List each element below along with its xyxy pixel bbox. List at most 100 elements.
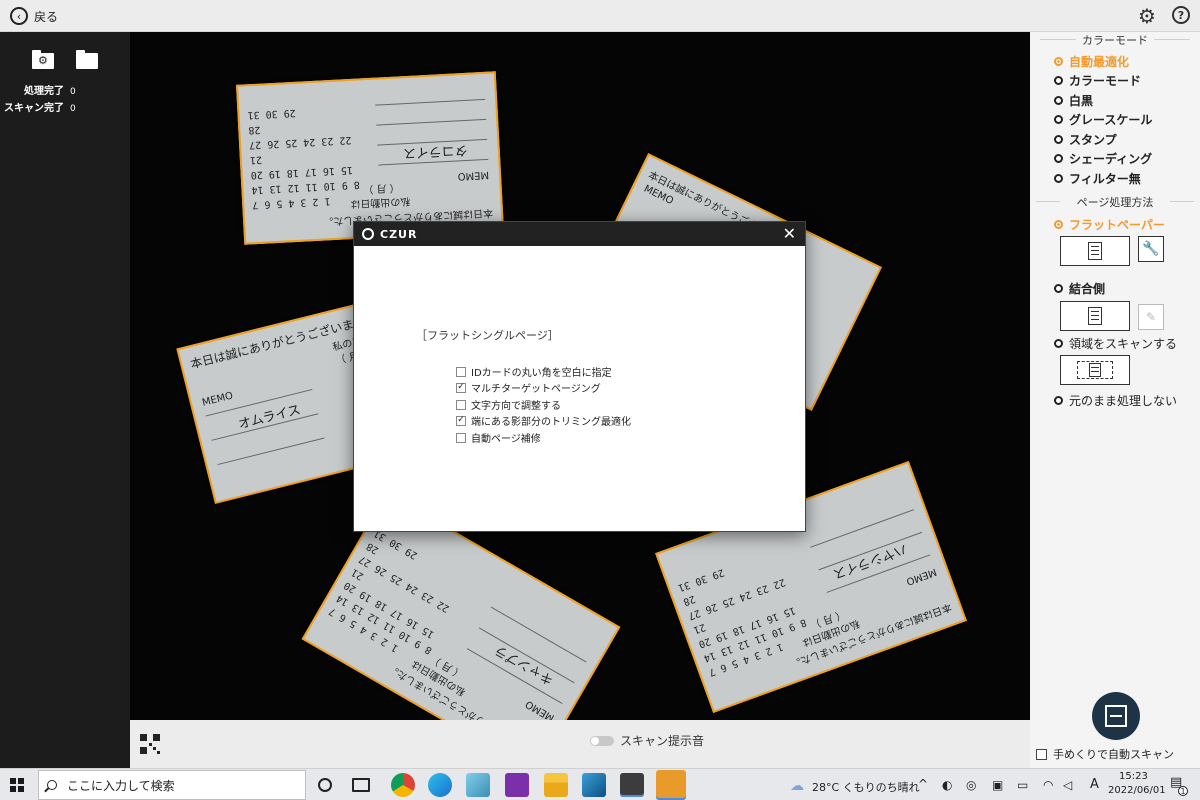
clock-date[interactable]: 2022/06/01 bbox=[1108, 785, 1166, 796]
document-icon bbox=[1088, 307, 1102, 325]
cortana-icon[interactable] bbox=[318, 778, 332, 792]
checkbox-icon[interactable] bbox=[1036, 748, 1047, 760]
chrome-icon[interactable] bbox=[391, 773, 415, 797]
onenote-icon[interactable] bbox=[505, 773, 529, 797]
scan-button[interactable] bbox=[1092, 692, 1140, 740]
option-text-direction[interactable]: 文字方向で調整する bbox=[456, 397, 561, 412]
page-mode-binding-side[interactable]: 結合側 bbox=[1054, 280, 1105, 297]
wrench-icon[interactable]: 🔧 bbox=[1138, 236, 1164, 262]
left-sidebar: ⚙ 処理完了 0 スキャン完了 0 bbox=[0, 32, 130, 768]
processing-options-dialog: CZUR ✕ ［フラットシングルページ］ IDカードの丸い角を空白に指定 ✓ マル… bbox=[353, 221, 806, 532]
checkbox[interactable] bbox=[456, 399, 466, 410]
top-bar: ‹ 戻る ⚙ ? bbox=[0, 0, 1200, 32]
radio-icon bbox=[1054, 339, 1063, 348]
radio-icon bbox=[1054, 115, 1063, 124]
radio-icon bbox=[1054, 220, 1063, 229]
dialog-heading: ［フラットシングルページ］ bbox=[416, 329, 559, 342]
flat-paper-mode-button[interactable] bbox=[1060, 236, 1130, 266]
processed-label: 処理完了 bbox=[24, 86, 64, 97]
card-memo: MEMO bbox=[523, 697, 557, 720]
card-memo: MEMO bbox=[457, 168, 490, 182]
qr-code-icon[interactable] bbox=[140, 734, 160, 754]
checkbox[interactable] bbox=[456, 366, 466, 377]
clock-time[interactable]: 15:23 bbox=[1119, 771, 1148, 782]
color-mode-section-title: カラーモード bbox=[1030, 32, 1200, 48]
file-explorer-icon[interactable] bbox=[544, 773, 568, 797]
app-icon[interactable] bbox=[466, 773, 490, 797]
dialog-brand: CZUR bbox=[380, 227, 418, 241]
windows-start-icon[interactable] bbox=[10, 778, 24, 792]
scan-icon bbox=[1105, 705, 1127, 727]
scanned-status: スキャン完了 0 bbox=[4, 99, 76, 114]
radio-icon bbox=[1054, 135, 1063, 144]
edge-icon[interactable] bbox=[428, 773, 452, 797]
windows-taskbar: ここに入力して検索 ☁ 28°C くもりのち晴れ ^ ◐ ◎ ▣ ▭ ◠ ◁ A… bbox=[0, 768, 1200, 800]
color-mode-no-filter[interactable]: フィルター無 bbox=[1054, 170, 1141, 187]
active-app-icon[interactable] bbox=[656, 770, 686, 800]
option-multi-target-paging[interactable]: ✓ マルチターゲットページング bbox=[456, 380, 601, 395]
speaker-icon[interactable]: ◁ bbox=[1063, 778, 1072, 792]
task-view-icon[interactable] bbox=[352, 778, 370, 792]
weather-icon[interactable]: ☁ bbox=[790, 778, 804, 794]
color-mode-shading[interactable]: シェーディング bbox=[1054, 150, 1152, 167]
color-mode-bw[interactable]: 白黒 bbox=[1054, 92, 1093, 109]
radio-icon bbox=[1054, 154, 1063, 163]
chevron-up-icon[interactable]: ^ bbox=[918, 777, 928, 791]
radio-icon bbox=[1054, 96, 1063, 105]
radio-icon bbox=[1054, 57, 1063, 66]
wifi-icon[interactable]: ◠ bbox=[1043, 778, 1053, 792]
auto-scan-checkbox[interactable]: 手めくりで自動スキャン bbox=[1036, 746, 1174, 762]
folder-settings-icon[interactable]: ⚙ bbox=[32, 50, 56, 70]
option-id-card-corners[interactable]: IDカードの丸い角を空白に指定 bbox=[456, 364, 612, 379]
page-mode-region-scan[interactable]: 領域をスキャンする bbox=[1054, 335, 1177, 352]
photos-icon[interactable] bbox=[582, 773, 606, 797]
checkbox-checked[interactable]: ✓ bbox=[456, 415, 466, 426]
checkbox[interactable] bbox=[456, 432, 466, 443]
battery-icon[interactable]: ▭ bbox=[1017, 778, 1028, 792]
notification-count-badge: 1 bbox=[1178, 786, 1188, 796]
color-mode-auto[interactable]: 自動最適化 bbox=[1054, 53, 1129, 70]
card-handwriting: ハヤシライス bbox=[830, 540, 909, 582]
radio-icon bbox=[1054, 284, 1063, 293]
toggle-switch[interactable] bbox=[590, 735, 614, 746]
checkbox-checked[interactable]: ✓ bbox=[456, 382, 466, 393]
document-icon bbox=[1088, 242, 1102, 260]
option-auto-page-repair[interactable]: 自動ページ補修 bbox=[456, 430, 541, 445]
gear-icon[interactable]: ⚙ bbox=[1137, 4, 1157, 28]
color-mode-color[interactable]: カラーモード bbox=[1054, 72, 1141, 89]
tray-icon[interactable]: ◐ bbox=[942, 778, 952, 792]
page-mode-no-process[interactable]: 元のまま処理しない bbox=[1054, 392, 1177, 409]
scan-sound-toggle[interactable]: スキャン提示音 bbox=[590, 732, 704, 749]
processed-count: 0 bbox=[70, 87, 76, 97]
taskbar-search-box[interactable]: ここに入力して検索 bbox=[38, 770, 306, 800]
scanned-count: 0 bbox=[70, 104, 76, 114]
binding-mode-button[interactable] bbox=[1060, 301, 1130, 331]
option-edge-shadow-trim[interactable]: ✓ 端にある影部分のトリミング最適化 bbox=[456, 413, 631, 428]
ime-indicator[interactable]: A bbox=[1090, 777, 1099, 792]
dialog-titlebar: CZUR ✕ bbox=[354, 222, 805, 246]
tray-icon[interactable]: ▣ bbox=[992, 778, 1003, 792]
folder-icon[interactable] bbox=[76, 50, 100, 70]
help-icon[interactable]: ? bbox=[1172, 6, 1190, 24]
scanned-card[interactable]: 本日は誠にありがとうございました。 私の出勤日は （ 月 ） MEMO タコライ… bbox=[235, 71, 505, 245]
auto-scan-label: 手めくりで自動スキャン bbox=[1053, 748, 1174, 761]
region-scan-button[interactable] bbox=[1060, 355, 1130, 385]
page-mode-flat-paper[interactable]: フラットペーパー bbox=[1054, 216, 1165, 233]
bottom-bar: スキャン提示音 bbox=[130, 720, 1030, 768]
tray-icon[interactable]: ◎ bbox=[966, 778, 976, 792]
back-button[interactable]: ‹ 戻る bbox=[10, 6, 58, 26]
scanned-label: スキャン完了 bbox=[4, 103, 64, 114]
color-mode-stamp[interactable]: スタンプ bbox=[1054, 131, 1117, 148]
color-mode-grayscale[interactable]: グレースケール bbox=[1054, 111, 1152, 128]
card-calendar: 1 2 3 4 5 6 78 9 10 11 12 13 14 15 16 17 … bbox=[247, 106, 361, 211]
card-calendar: 1 2 3 4 5 6 78 9 10 11 12 13 14 15 16 17 … bbox=[327, 527, 452, 656]
weather-text[interactable]: 28°C くもりのち晴れ bbox=[812, 779, 920, 795]
card-memo: MEMO bbox=[201, 390, 235, 409]
search-placeholder: ここに入力して検索 bbox=[67, 778, 175, 793]
radio-icon bbox=[1054, 76, 1063, 85]
czur-app-icon[interactable] bbox=[620, 773, 644, 797]
card-memo: MEMO bbox=[904, 565, 938, 587]
chevron-left-icon: ‹ bbox=[10, 7, 28, 25]
czur-logo-icon bbox=[362, 228, 374, 240]
close-icon[interactable]: ✕ bbox=[783, 225, 797, 243]
